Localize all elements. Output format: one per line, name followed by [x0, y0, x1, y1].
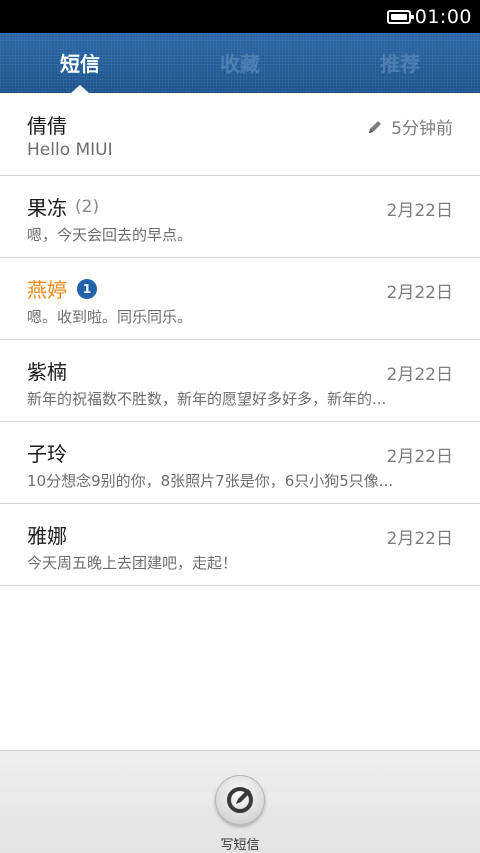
- pencil-icon: [369, 120, 382, 133]
- active-tab-indicator: [71, 85, 89, 93]
- contact-name: 倩倩: [27, 110, 67, 139]
- conversation-list: 倩倩 5分钟前 Hello MIUI 果冻 (2) 2月22日 嗯，今天会回去的…: [0, 94, 480, 586]
- conversation-row[interactable]: 雅娜 2月22日 今天周五晚上去团建吧，走起！: [0, 504, 480, 586]
- unread-badge: 1: [77, 278, 97, 299]
- tab-recommended[interactable]: 推荐: [320, 33, 480, 92]
- contact-name: 果冻 (2): [27, 192, 99, 221]
- contact-name-text: 雅娜: [27, 524, 67, 548]
- conversation-row[interactable]: 燕婷 1 2月22日 嗯。收到啦。同乐同乐。: [0, 258, 480, 340]
- conversation-row[interactable]: 紫楠 2月22日 新年的祝福数不胜数，新年的愿望好多好多，新年的...: [0, 340, 480, 422]
- message-time: 2月22日: [386, 201, 453, 221]
- tab-label: 短信: [60, 52, 100, 76]
- message-preview: 嗯，今天会回去的早点。: [27, 226, 193, 244]
- bottom-action-bar: 写短信: [0, 750, 480, 853]
- contact-name-text: 果冻: [27, 196, 67, 220]
- contact-name: 紫楠: [27, 356, 67, 385]
- tab-bar: 短信 收藏 推荐: [0, 33, 480, 93]
- contact-name: 燕婷 1: [27, 274, 97, 303]
- message-preview: 今天周五晚上去团建吧，走起！: [27, 554, 238, 572]
- status-bar: 01:00: [0, 0, 480, 33]
- contact-name: 子玲: [27, 438, 67, 467]
- tab-label: 收藏: [220, 52, 260, 76]
- conversation-row[interactable]: 果冻 (2) 2月22日 嗯，今天会回去的早点。: [0, 176, 480, 258]
- compose-button[interactable]: [215, 775, 265, 825]
- message-preview: 嗯。收到啦。同乐同乐。: [27, 308, 193, 326]
- contact-name-text: 倩倩: [27, 114, 67, 138]
- message-time: 2月22日: [386, 365, 453, 385]
- tab-label: 推荐: [380, 52, 420, 76]
- conversation-row[interactable]: 倩倩 5分钟前 Hello MIUI: [0, 94, 480, 176]
- message-time-text: 5分钟前: [391, 119, 453, 139]
- compose-icon: [227, 787, 253, 813]
- message-preview: 新年的祝福数不胜数，新年的愿望好多好多，新年的...: [27, 390, 387, 408]
- contact-name-text: 燕婷: [27, 278, 67, 302]
- conversation-row[interactable]: 子玲 2月22日 10分想念9别的你，8张照片7张是你，6只小狗5只像...: [0, 422, 480, 504]
- message-count: (2): [75, 196, 100, 217]
- status-time: 01:00: [414, 5, 472, 28]
- message-preview: 10分想念9别的你，8张照片7张是你，6只小狗5只像...: [27, 472, 394, 490]
- tab-favorites[interactable]: 收藏: [160, 33, 320, 92]
- contact-name: 雅娜: [27, 520, 67, 549]
- message-preview: Hello MIUI: [27, 140, 113, 160]
- message-time: 2月22日: [386, 529, 453, 549]
- message-time: 2月22日: [386, 447, 453, 467]
- messaging-app: 01:00 短信 收藏 推荐 倩倩 5分钟前 Hello MIUI 果冻 (2)…: [0, 0, 480, 853]
- message-time: 5分钟前: [367, 114, 453, 139]
- compose-label: 写短信: [220, 838, 260, 853]
- contact-name-text: 紫楠: [27, 360, 67, 384]
- message-time: 2月22日: [386, 283, 453, 303]
- tab-messages[interactable]: 短信: [0, 33, 160, 93]
- contact-name-text: 子玲: [27, 442, 67, 466]
- battery-icon: [386, 9, 414, 24]
